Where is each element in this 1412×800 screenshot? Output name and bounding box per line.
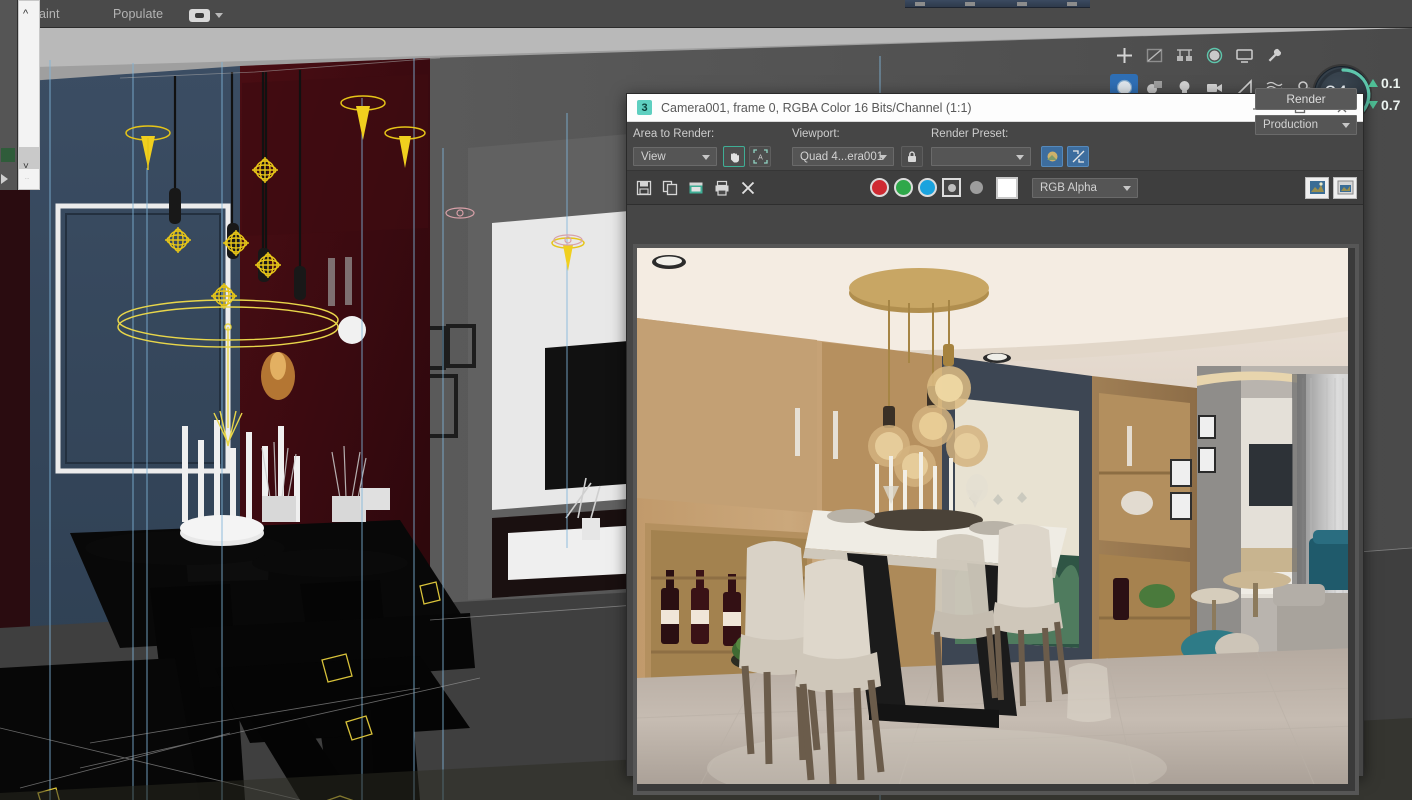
chevron-down-icon[interactable]: ˅	[23, 161, 29, 172]
save-image-button[interactable]	[633, 177, 655, 199]
svg-text:A: A	[758, 155, 763, 162]
readout-down: 0.7	[1368, 94, 1412, 116]
channel-dropdown-value: RGB Alpha	[1040, 181, 1097, 194]
render-preset-dropdown[interactable]	[931, 147, 1031, 166]
red-channel-toggle[interactable]	[870, 178, 889, 197]
green-swatch-icon[interactable]	[1, 148, 15, 162]
triangle-down-icon	[1368, 101, 1378, 109]
select-region-icon[interactable]	[1140, 42, 1168, 68]
viewport-dropdown[interactable]: Quad 4...era001	[792, 147, 894, 166]
print-image-button[interactable]	[711, 177, 733, 199]
render-mode-value: Production	[1263, 119, 1318, 131]
render-frame-titlebar[interactable]: 3 Camera001, frame 0, RGBA Color 16 Bits…	[627, 94, 1363, 122]
flyout-micro-text: ···	[25, 176, 29, 181]
exposure-control-icon[interactable]	[1067, 146, 1089, 167]
material-sphere-icon[interactable]	[1200, 42, 1228, 68]
left-flyout-panel[interactable]: ^ ˅ ···	[18, 0, 40, 190]
compare-render-button[interactable]	[1333, 176, 1357, 199]
readout-up: 0.1	[1368, 72, 1412, 94]
area-to-render-value: View	[641, 150, 666, 163]
viewport-label: Viewport:	[792, 128, 840, 140]
hand-region-icon[interactable]	[723, 146, 745, 167]
render-image-toolbar: RGB Alpha	[627, 171, 1363, 205]
mono-channel-toggle[interactable]	[942, 178, 961, 197]
area-to-render-label: Area to Render:	[633, 128, 715, 140]
render-setup-monitor-icon[interactable]	[1230, 42, 1258, 68]
readout-down-value: 0.7	[1381, 97, 1401, 113]
selected-toolbar-highlight	[905, 0, 1090, 8]
blue-channel-toggle[interactable]	[918, 178, 937, 197]
rendered-interior-scene[interactable]	[637, 248, 1355, 791]
duplicate-render-button[interactable]	[1305, 176, 1329, 199]
play-triangle-icon[interactable]	[1, 174, 8, 184]
chevron-down-icon	[1123, 185, 1131, 191]
chevron-down-icon	[702, 155, 710, 160]
render-controls-row: Area to Render: View A Viewport: Quad 4.…	[627, 88, 1363, 171]
copy-image-button[interactable]	[659, 177, 681, 199]
render-frame-app-icon: 3	[637, 100, 652, 115]
create-icon[interactable]	[1110, 42, 1138, 68]
top-menu-strip: ect Paint Populate	[0, 0, 1412, 28]
utilities-wrench-icon[interactable]	[1260, 42, 1288, 68]
image-horizontal-scrollbar[interactable]	[637, 784, 1355, 791]
menu-item-populate[interactable]: Populate	[113, 7, 163, 21]
image-vertical-scrollbar[interactable]	[1348, 248, 1355, 791]
green-channel-toggle[interactable]	[894, 178, 913, 197]
clone-frame-button[interactable]	[685, 177, 707, 199]
flyout-grey-block	[19, 147, 39, 169]
lock-icon[interactable]	[901, 146, 923, 167]
area-to-render-dropdown[interactable]: View	[633, 147, 717, 166]
preset-load-icon[interactable]	[1041, 146, 1063, 167]
auto-region-icon[interactable]: A	[749, 146, 771, 167]
clear-image-button[interactable]	[737, 177, 759, 199]
person-badge-icon[interactable]	[189, 9, 210, 22]
chevron-down-icon	[879, 155, 887, 160]
align-icon[interactable]	[1170, 42, 1198, 68]
chevron-down-icon	[1016, 155, 1024, 160]
triangle-up-icon	[1368, 79, 1378, 87]
readout-up-value: 0.1	[1381, 75, 1401, 91]
chevron-down-icon	[1342, 123, 1350, 128]
alpha-channel-toggle[interactable]	[970, 181, 983, 194]
background-color-swatch[interactable]	[996, 176, 1018, 199]
render-mode-dropdown[interactable]: Production	[1255, 115, 1357, 135]
render-button[interactable]: Render	[1255, 88, 1357, 110]
chevron-up-icon[interactable]: ^	[23, 9, 28, 20]
chevron-down-icon[interactable]	[215, 13, 223, 18]
channel-dropdown[interactable]: RGB Alpha	[1032, 177, 1138, 198]
render-preset-label: Render Preset:	[931, 128, 1009, 140]
render-frame-window[interactable]: 3 Camera001, frame 0, RGBA Color 16 Bits…	[626, 88, 1364, 795]
hud-numeric-readouts: 0.1 0.7	[1368, 72, 1412, 116]
render-frame-title: Camera001, frame 0, RGBA Color 16 Bits/C…	[661, 100, 972, 115]
viewport-value: Quad 4...era001	[800, 150, 884, 163]
left-toolbar-rail[interactable]	[0, 0, 18, 190]
render-image-container[interactable]	[633, 244, 1359, 795]
